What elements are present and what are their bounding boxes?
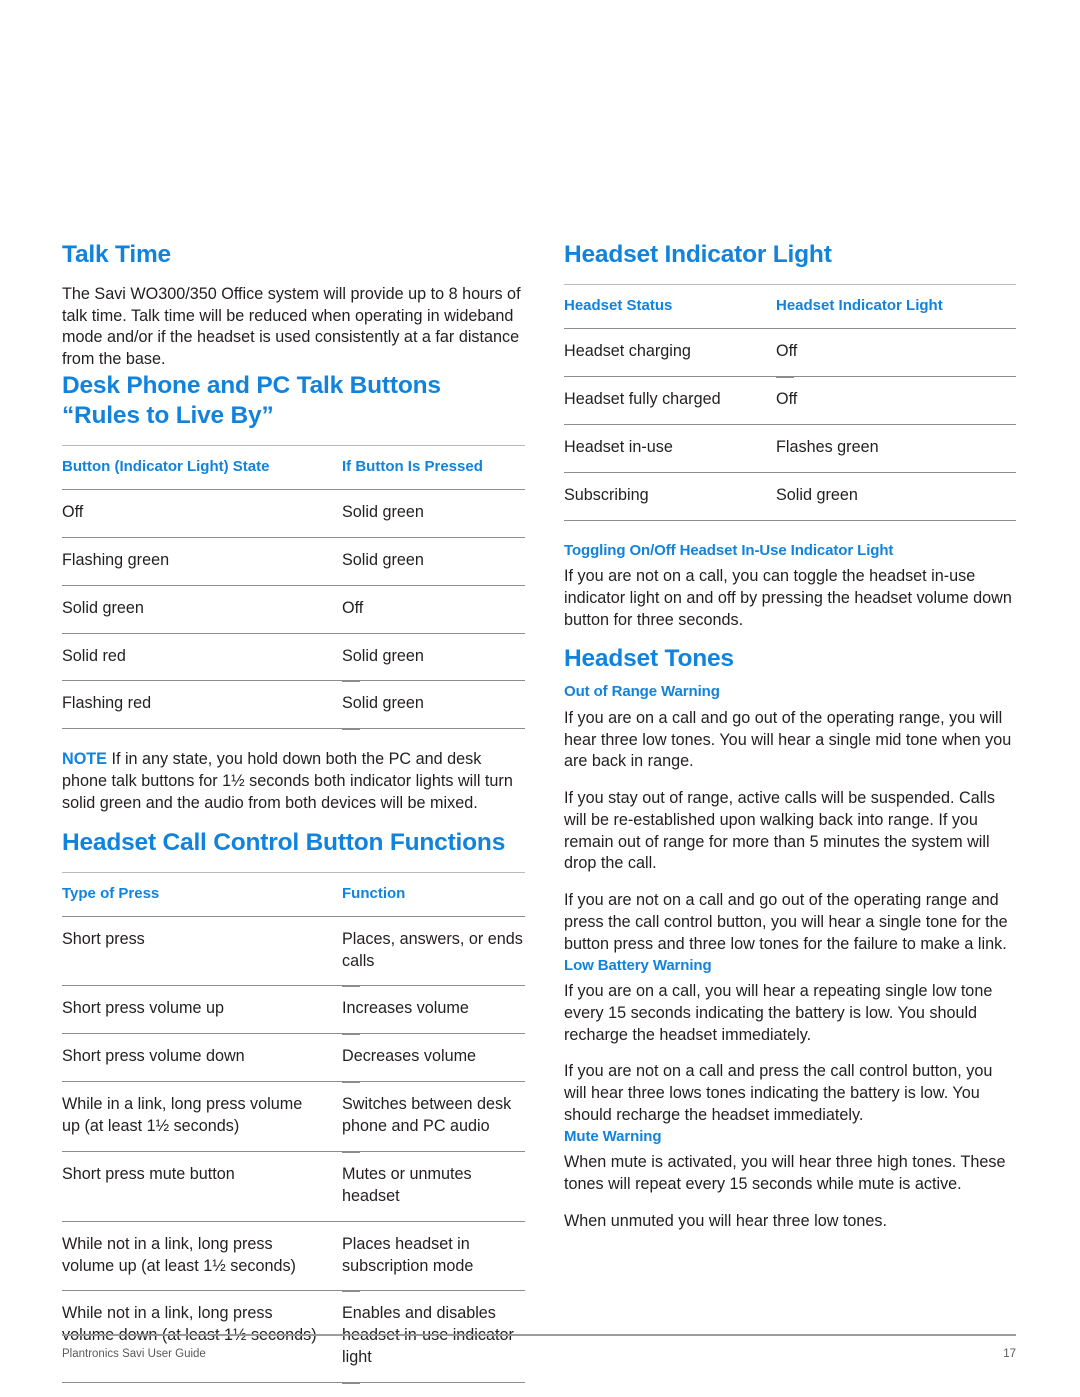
section-desk-phone-rules: Desk Phone and PC Talk Buttons “Rules to… xyxy=(62,371,525,815)
table-cell: Flashing red xyxy=(62,680,360,730)
toggling-paragraph: If you are not on a call, you can toggle… xyxy=(564,567,1012,629)
note-text: If in any state, you hold down both the … xyxy=(62,750,513,812)
footer-page-number: 17 xyxy=(1003,1348,1016,1360)
heading-low-battery-warning: Low Battery Warning xyxy=(564,956,712,974)
table-row: Headset fully charged Off xyxy=(564,376,1016,425)
table-cell: Off xyxy=(62,489,360,538)
table-cell: Short press volume up xyxy=(62,985,360,1035)
heading-line-2: “Rules to Live By” xyxy=(62,401,274,429)
paragraph: If you are not on a call and go out of t… xyxy=(564,891,1008,953)
table-cell: Solid green xyxy=(62,585,360,634)
table-headset-call-control: Type of Press Function Short press Places… xyxy=(62,871,525,1383)
table-cell: Headset in-use xyxy=(564,424,794,473)
table-cell: Solid green xyxy=(342,680,525,730)
column-header: Button (Indicator Light) State xyxy=(62,444,342,491)
heading-headset-tones: Headset Tones xyxy=(564,645,734,673)
table-body-headset-call-control: Short press Places, answers, or ends call… xyxy=(62,916,525,1383)
table-header-row: Headset Status Headset Indicator Light xyxy=(564,283,1016,330)
table-row: While in a link, long press volume up (a… xyxy=(62,1081,525,1152)
table-cell: Solid green xyxy=(342,633,525,682)
paragraph: If you are on a call, you will hear a re… xyxy=(564,982,993,1044)
table-row: Headset charging Off xyxy=(564,328,1016,377)
table-cell: Solid green xyxy=(342,537,525,586)
heading-line-1: Desk Phone and PC Talk Buttons xyxy=(62,372,441,399)
talk-time-paragraph: The Savi WO300/350 Office system will pr… xyxy=(62,284,521,369)
table-row: While not in a link, long press volume u… xyxy=(62,1221,525,1292)
table-body-headset-indicator: Headset charging Off Headset fully charged… xyxy=(564,328,1016,521)
heading-desk-phone-rules: Desk Phone and PC Talk Buttons “Rules to… xyxy=(62,371,525,431)
heading-headset-indicator-light: Headset Indicator Light xyxy=(564,241,832,268)
table-row: Solid green Off xyxy=(62,585,525,634)
table-cell: Off xyxy=(776,328,1016,377)
heading-mute-warning: Mute Warning xyxy=(564,1127,662,1145)
table-row: Subscribing Solid green xyxy=(564,472,1016,521)
column-header: Type of Press xyxy=(62,871,342,917)
note-label: NOTE xyxy=(62,750,107,769)
table-cell: Solid red xyxy=(62,633,360,682)
table-row: Short press Places, answers, or ends call… xyxy=(62,916,525,987)
table-cell: Headset fully charged xyxy=(564,376,794,425)
document-page: Talk Time The Savi WO300/350 Office syst… xyxy=(0,0,1080,1397)
table-cell: Solid green xyxy=(776,472,1016,521)
table-cell: Places headset in subscription mode xyxy=(342,1221,525,1292)
table-header-row: Button (Indicator Light) State If Button… xyxy=(62,444,525,491)
table-cell: Switches between desk phone and PC audio xyxy=(342,1081,525,1152)
left-column: Talk Time The Savi WO300/350 Office syst… xyxy=(62,240,525,1383)
table-headset-indicator-light: Headset Status Headset Indicator Light H… xyxy=(564,283,1016,521)
paragraph: If you stay out of range, active calls w… xyxy=(564,789,995,873)
table-cell: Flashing green xyxy=(62,537,360,586)
column-header: If Button Is Pressed xyxy=(342,444,525,491)
table-cell: Headset charging xyxy=(564,328,794,377)
table-row: Short press mute button Mutes or unmutes … xyxy=(62,1151,525,1222)
table-cell: While in a link, long press volume up (a… xyxy=(62,1081,360,1152)
table-button-indicator-light: Button (Indicator Light) State If Button… xyxy=(62,444,525,730)
table-cell: Mutes or unmutes headset xyxy=(342,1151,525,1222)
table-row: Headset in-use Flashes green xyxy=(564,424,1016,473)
note-paragraph: NOTE If in any state, you hold down both… xyxy=(62,749,525,814)
table-row: Short press volume up Increases volume xyxy=(62,985,525,1035)
table-row: Solid red Solid green xyxy=(62,633,525,682)
table-cell: Off xyxy=(342,585,525,634)
paragraph: If you are not on a call and press the c… xyxy=(564,1062,993,1124)
table-cell: Solid green xyxy=(342,489,525,538)
table-row: Flashing green Solid green xyxy=(62,537,525,586)
table-cell: Off xyxy=(776,376,1016,425)
heading-talk-time: Talk Time xyxy=(62,241,171,268)
low-battery-paragraphs: If you are on a call, you will hear a re… xyxy=(564,981,1016,1127)
heading-headset-call-control: Headset Call Control Button Functions xyxy=(62,828,506,856)
footer-guide-name: Plantronics Savi User Guide xyxy=(62,1348,206,1360)
column-header: Headset Status xyxy=(564,283,776,330)
section-headset-indicator-light: Headset Indicator Light Headset Status H… xyxy=(564,240,1016,521)
page-footer: Plantronics Savi User Guide 17 xyxy=(62,1334,1016,1360)
column-header: Function xyxy=(342,871,525,917)
mute-paragraphs: When mute is activated, you will hear th… xyxy=(564,1152,1016,1232)
paragraph: If you are on a call and go out of the o… xyxy=(564,708,1012,771)
table-cell: Short press mute button xyxy=(62,1151,360,1222)
table-cell: Subscribing xyxy=(564,472,794,521)
table-cell: While not in a link, long press volume u… xyxy=(62,1221,360,1292)
table-row: Flashing red Solid green xyxy=(62,680,525,730)
table-cell: Flashes green xyxy=(776,424,1016,473)
table-header-row: Type of Press Function xyxy=(62,871,525,917)
footer-rule xyxy=(62,1334,1016,1336)
right-column: Headset Indicator Light Headset Status H… xyxy=(564,240,1016,1233)
table-row: Short press volume down Decreases volume xyxy=(62,1033,525,1083)
column-header: Headset Indicator Light xyxy=(776,283,1016,330)
heading-toggling: Toggling On/Off Headset In-Use Indicator… xyxy=(564,541,894,559)
table-cell: Increases volume xyxy=(342,985,525,1035)
table-cell: Places, answers, or ends calls xyxy=(342,916,525,987)
out-of-range-paragraphs: If you are on a call and go out of the o… xyxy=(564,708,1016,956)
table-cell: Decreases volume xyxy=(342,1033,525,1083)
heading-out-of-range-warning: Out of Range Warning xyxy=(564,683,720,701)
section-talk-time: Talk Time The Savi WO300/350 Office syst… xyxy=(62,240,525,371)
paragraph: When mute is activated, you will hear th… xyxy=(564,1153,1006,1194)
table-row: Off Solid green xyxy=(62,489,525,538)
table-cell: Short press xyxy=(62,916,360,987)
section-toggling-indicator: Toggling On/Off Headset In-Use Indicator… xyxy=(564,541,1016,632)
section-headset-call-control: Headset Call Control Button Functions Ty… xyxy=(62,828,525,1383)
table-cell: Short press volume down xyxy=(62,1033,360,1083)
table-body-button-indicator: Off Solid green Flashing green Solid green S… xyxy=(62,489,525,730)
section-headset-tones: Headset Tones Out of Range Warning If yo… xyxy=(564,644,1016,1232)
paragraph: When unmuted you will hear three low ton… xyxy=(564,1211,888,1230)
